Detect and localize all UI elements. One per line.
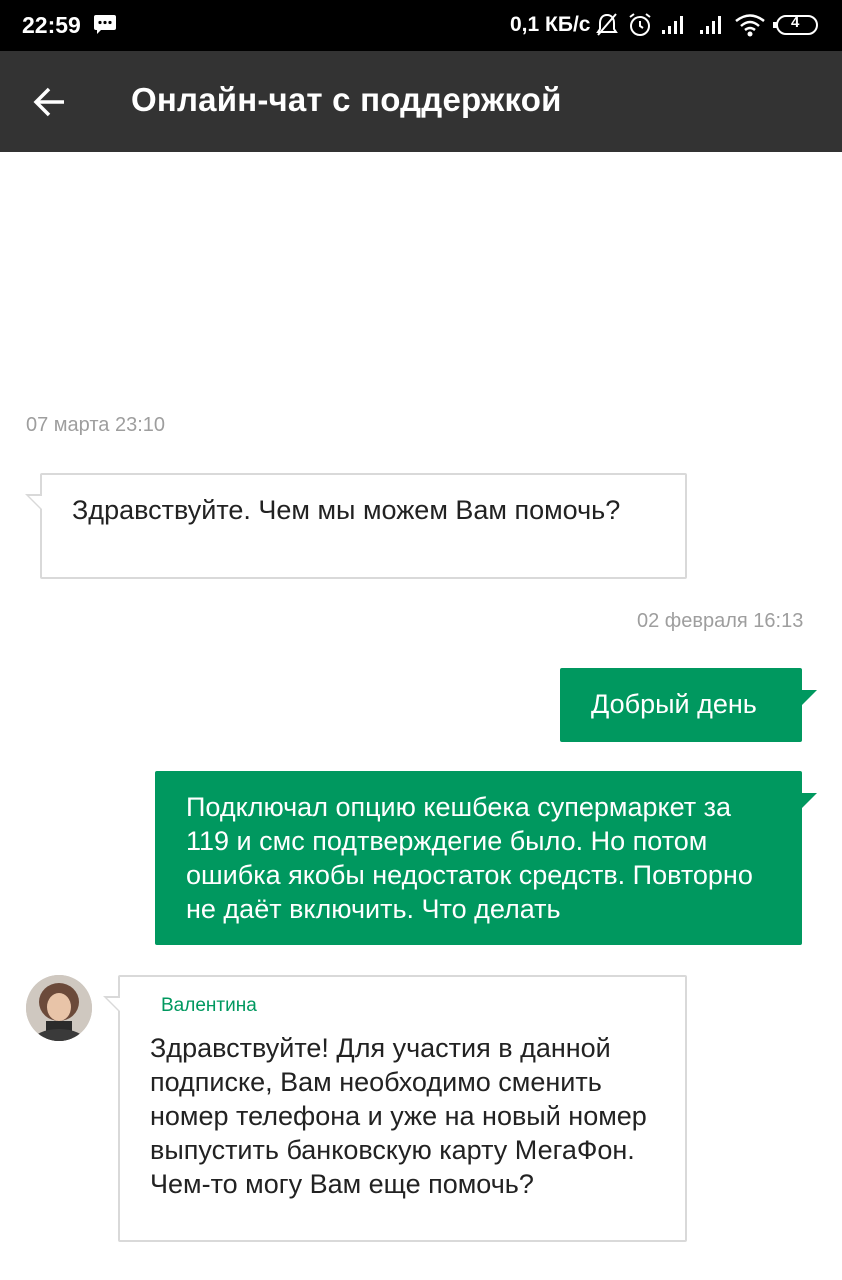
alarm-icon — [629, 13, 651, 36]
app-bar: Онлайн-чат с поддержкой — [0, 51, 842, 152]
message-timestamp: 02 февраля 16:13 — [637, 610, 804, 632]
incoming-message: Валентина Здравствуйте! Для участия в да… — [103, 975, 687, 1242]
battery-level: 4 — [791, 14, 800, 31]
page-title: Онлайн-чат с поддержкой — [131, 81, 562, 118]
message-notification-icon — [94, 15, 116, 34]
sender-name: Валентина — [161, 995, 257, 1016]
incoming-message: Здравствуйте. Чем мы можем Вам помочь? — [25, 473, 687, 579]
outgoing-message: Подключал опцию кешбека супермаркет за 1… — [155, 771, 817, 945]
avatar — [26, 975, 92, 1041]
message-timestamp: 07 марта 23:10 — [26, 414, 166, 436]
bubble-tail — [801, 793, 817, 809]
bubble-tail — [801, 690, 817, 706]
bubble-tail-fill — [29, 496, 43, 510]
bubble-tail-fill — [107, 998, 121, 1012]
network-speed: 0,1 КБ/с — [510, 13, 591, 36]
message-text: Здравствуйте. Чем мы можем Вам помочь? — [72, 495, 621, 525]
signal-2-icon — [700, 16, 721, 34]
bell-off-icon — [596, 13, 618, 36]
message-text: Здравствуйте! Для участия в данной подпи… — [150, 1033, 647, 1199]
signal-1-icon — [662, 16, 683, 34]
message-text: Добрый день — [591, 689, 757, 719]
status-time: 22:59 — [22, 12, 81, 38]
wifi-icon — [735, 14, 765, 37]
message-text: Подключал опцию кешбека супермаркет за 1… — [186, 792, 753, 924]
outgoing-message: Добрый день — [560, 668, 817, 742]
back-arrow-icon[interactable] — [32, 84, 68, 120]
agent-photo — [26, 975, 92, 1041]
status-bar: 22:59 0,1 КБ/с 4 — [0, 0, 842, 51]
